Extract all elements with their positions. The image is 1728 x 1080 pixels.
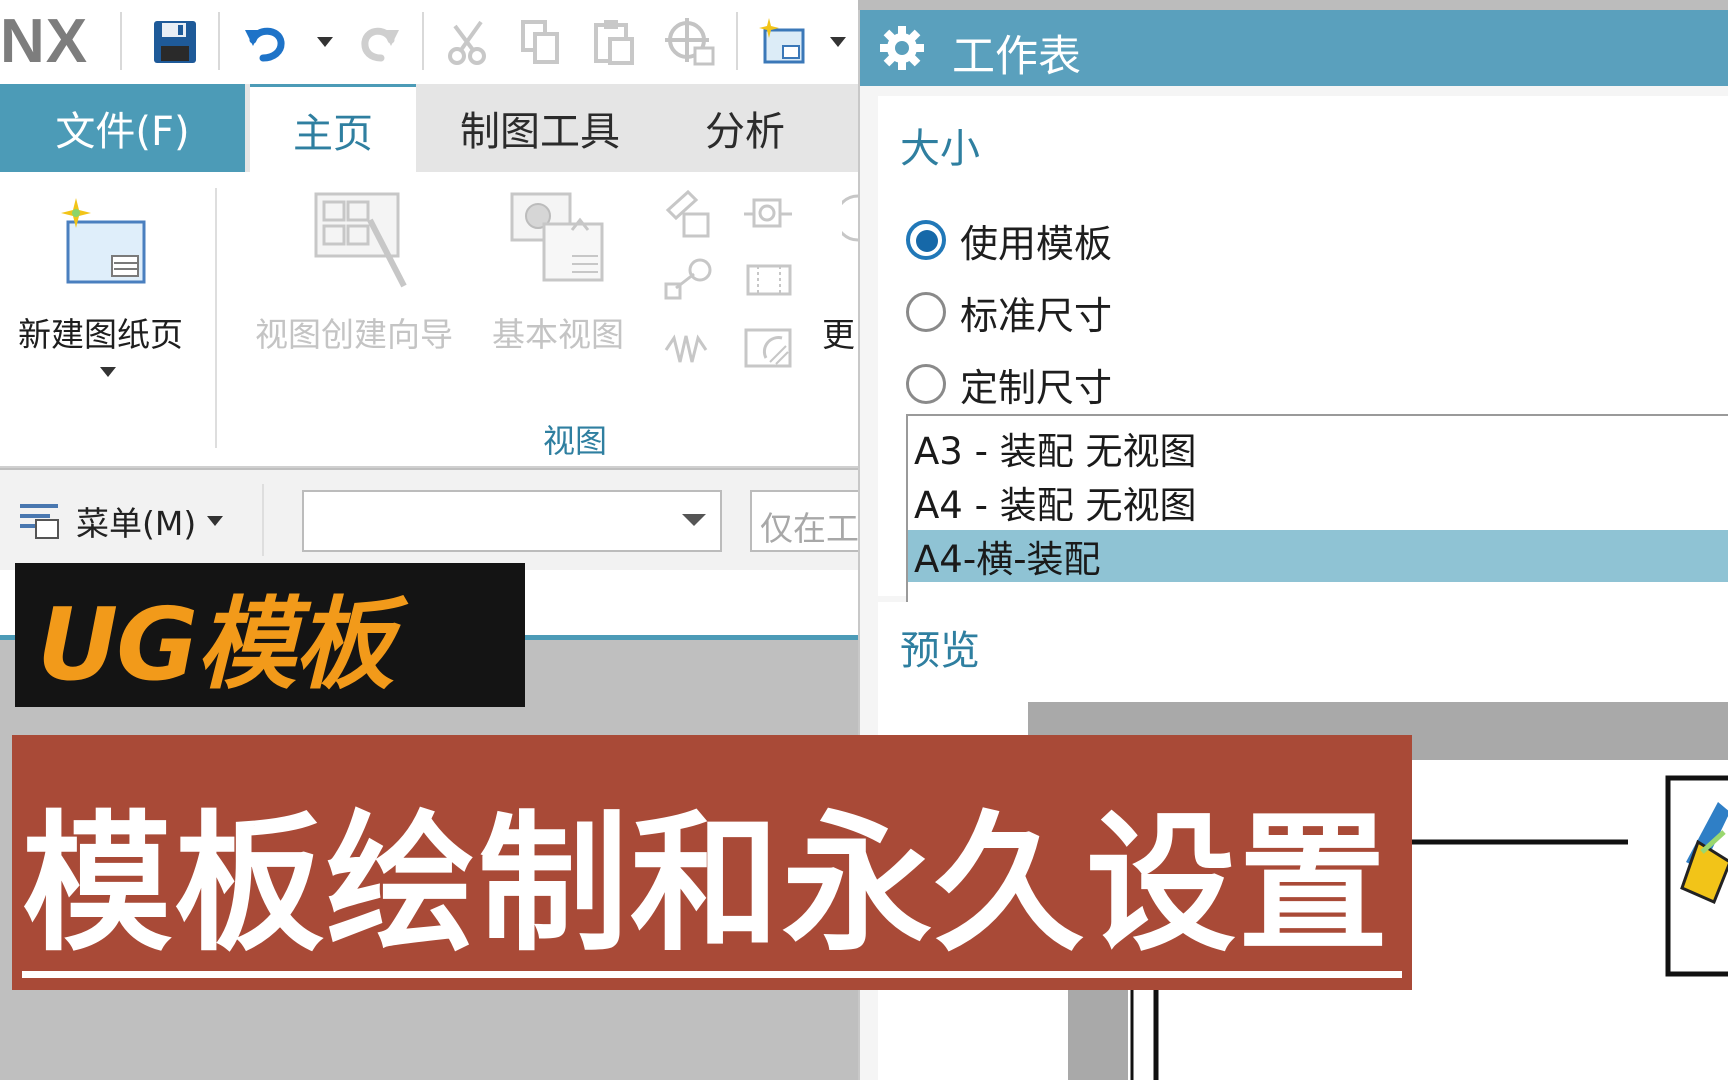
redo-icon	[350, 14, 408, 70]
section-line-icon	[662, 256, 714, 312]
list-item[interactable]: A4 - 装配 无视图	[908, 476, 1728, 528]
quick-access-toolbar: NX	[0, 0, 858, 84]
scope-filter-field[interactable]: 仅在工	[750, 490, 858, 552]
radio-label: 标准尺寸	[960, 293, 1113, 338]
new-sheet-icon[interactable]	[58, 196, 148, 292]
move-icon	[660, 14, 722, 70]
cut-icon	[440, 14, 498, 70]
gear-icon[interactable]	[880, 26, 924, 74]
section-view-icon	[742, 326, 794, 374]
save-icon[interactable]	[145, 14, 205, 70]
view-wizard-icon	[312, 190, 408, 294]
command-separator	[262, 484, 264, 556]
list-item-selected[interactable]: A4-横-装配	[908, 530, 1728, 582]
undo-icon[interactable]	[236, 14, 298, 70]
new-sheet-dropdown-icon[interactable]	[98, 364, 118, 383]
undo-dropdown-icon[interactable]	[300, 14, 350, 70]
new-sheet-button[interactable]: 新建图纸页	[18, 308, 183, 356]
radio-use-template[interactable]: 使用模板	[906, 214, 1112, 266]
base-view-icon	[510, 190, 610, 290]
ribbon-group-view-label: 视图	[543, 422, 608, 460]
template-list[interactable]: A3 - 装配 无视图 A4 - 装配 无视图 A4-横-装配	[906, 414, 1728, 614]
radio-label: 定制尺寸	[960, 365, 1113, 410]
base-view-button: 基本视图	[492, 315, 624, 354]
menu-button[interactable]: 菜单(M)	[18, 496, 224, 546]
radio-label: 使用模板	[960, 221, 1113, 266]
tab-file[interactable]: 文件(F)	[0, 84, 245, 172]
size-section-heading[interactable]: 大小	[900, 116, 980, 174]
ug-template-badge: UG模板	[15, 563, 525, 707]
tab-analysis[interactable]: 分析	[680, 84, 810, 172]
break-view-icon	[744, 262, 794, 302]
dialog-title-bar: 工作表	[860, 10, 1728, 86]
toolbar-separator	[218, 12, 220, 70]
projected-view-icon	[662, 188, 714, 244]
command-bar: 菜单(M) 仅在工	[0, 470, 858, 570]
view-wizard-button: 视图创建向导	[255, 315, 453, 354]
copy-icon	[512, 14, 570, 70]
radio-custom-size[interactable]: 定制尺寸	[906, 358, 1112, 410]
tab-drafting-tools[interactable]: 制图工具	[430, 84, 650, 172]
ribbon-panel: 新建图纸页 视图创建向导 基本视图 更 视图	[0, 172, 858, 468]
menu-dropdown-icon	[207, 516, 224, 526]
more-button[interactable]: 更	[822, 308, 855, 356]
radio-standard-size[interactable]: 标准尺寸	[906, 286, 1112, 338]
menu-icon	[20, 504, 59, 539]
new-window-icon[interactable]	[752, 14, 814, 70]
nx-logo: NX	[0, 7, 89, 76]
headline-underline	[22, 971, 1402, 978]
headline-banner: 模板绘制和永久设置	[12, 735, 1412, 990]
paste-icon	[585, 14, 643, 70]
toolbar-separator	[736, 12, 738, 70]
more-partial-icon	[834, 194, 858, 246]
preview-section-heading[interactable]: 预览	[900, 618, 980, 676]
radio-button[interactable]	[906, 292, 946, 332]
broken-out-icon	[662, 328, 714, 376]
window-dropdown-icon[interactable]	[818, 14, 858, 70]
chevron-down-icon	[682, 514, 706, 526]
detail-view-icon	[742, 192, 794, 240]
radio-button-selected[interactable]	[906, 220, 946, 260]
toolbar-separator	[422, 12, 424, 70]
toolbar-separator	[120, 12, 122, 70]
tab-home[interactable]: 主页	[250, 84, 416, 172]
dialog-title: 工作表	[952, 32, 1081, 82]
menu-label: 菜单(M)	[76, 504, 197, 543]
radio-button[interactable]	[906, 364, 946, 404]
ribbon-separator	[215, 188, 217, 448]
selection-filter-combo[interactable]	[302, 490, 722, 552]
list-item[interactable]: A3 - 装配 无视图	[908, 422, 1728, 474]
headline-text: 模板绘制和永久设置	[22, 798, 1391, 972]
size-section: 大小 使用模板 标准尺寸 定制尺寸 A3 - 装配 无视图 A4 - 装配 无视…	[878, 96, 1728, 614]
ribbon-tab-bar: 文件(F) 主页 制图工具 分析	[0, 84, 858, 172]
